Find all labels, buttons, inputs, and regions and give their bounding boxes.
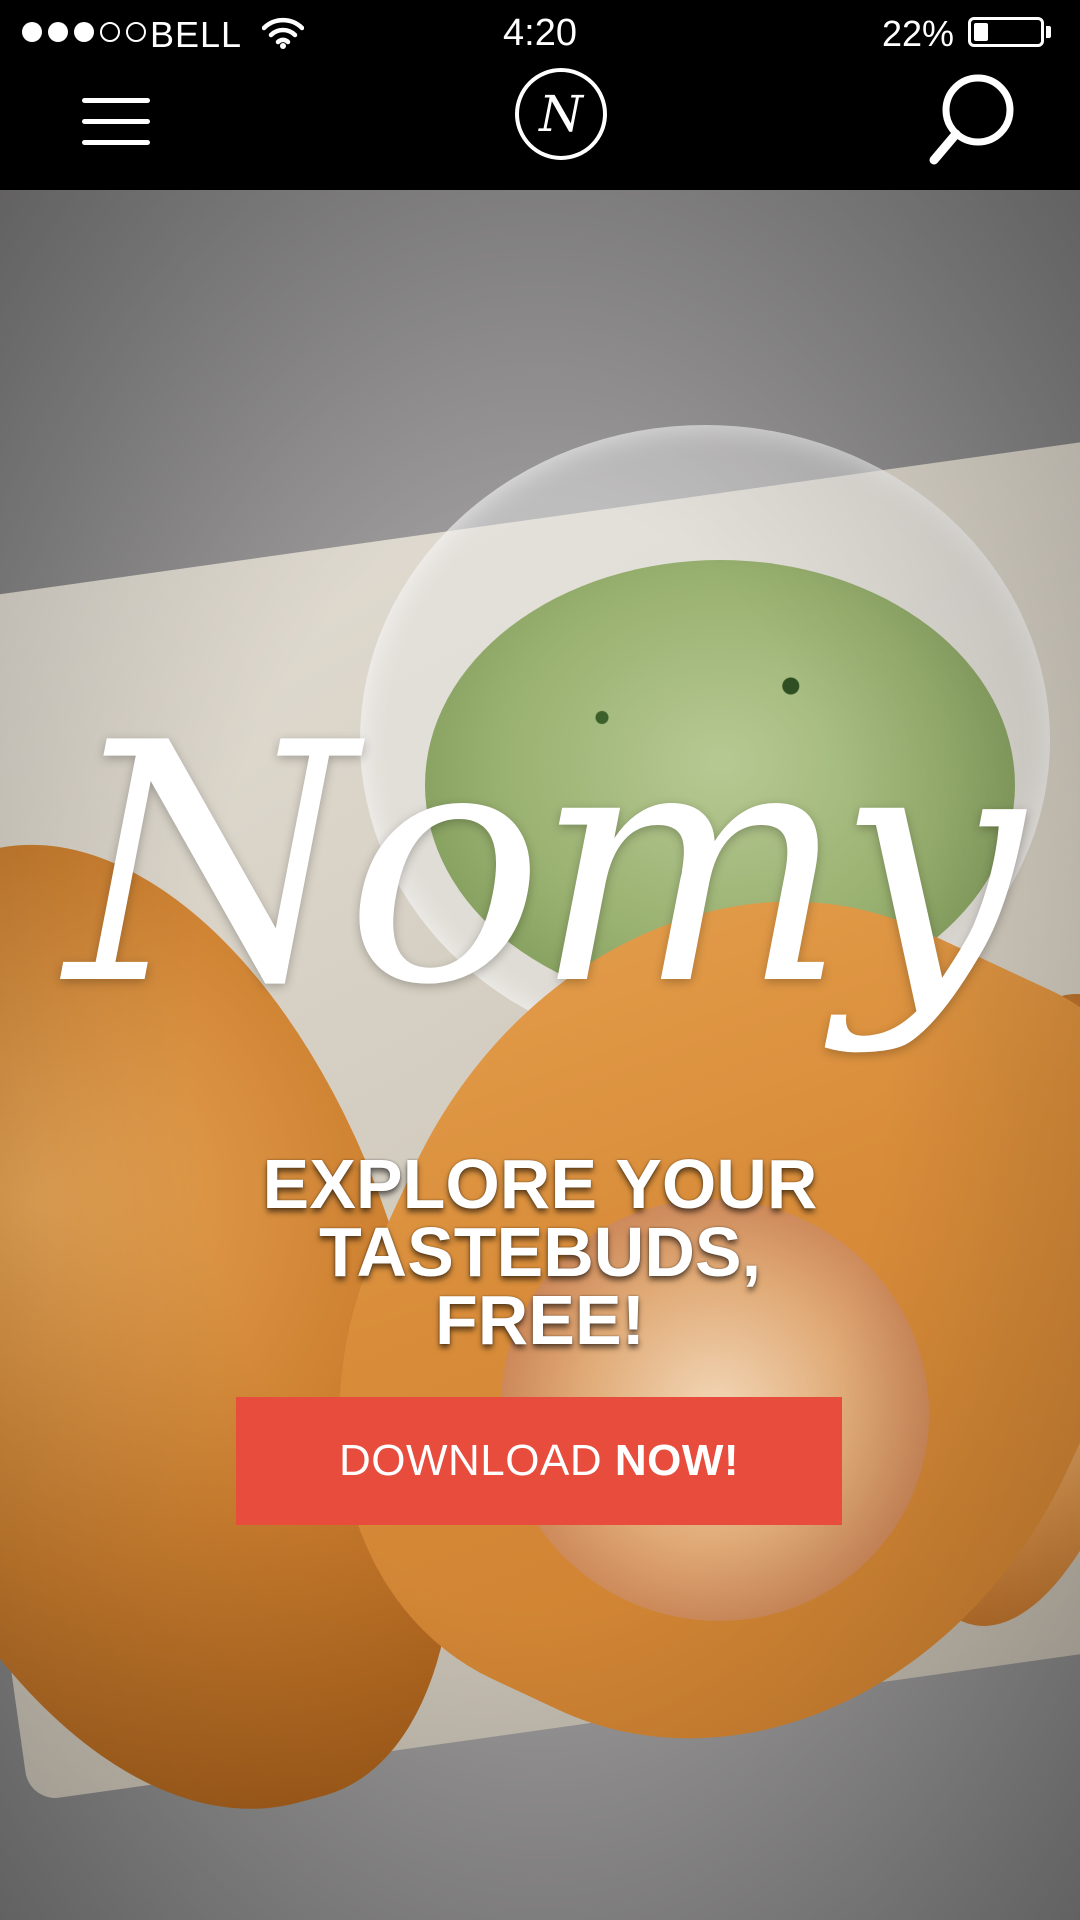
- logo-badge[interactable]: N: [515, 68, 607, 160]
- tagline-line: EXPLORE YOUR: [262, 1145, 818, 1223]
- tagline: EXPLORE YOUR TASTEBUDS, FREE!: [140, 1145, 940, 1359]
- download-now-button[interactable]: DOWNLOAD NOW!: [236, 1397, 842, 1525]
- status-bar: BELL 4:20 22%: [0, 0, 1080, 66]
- tagline-line: TASTEBUDS,: [318, 1213, 762, 1291]
- search-icon[interactable]: [926, 72, 1016, 168]
- hamburger-menu-icon[interactable]: [82, 98, 150, 146]
- brand-wordmark: Nomy: [66, 673, 1024, 1057]
- hero-image: Nomy EXPLORE YOUR TASTEBUDS, FREE! DOWNL…: [0, 190, 1080, 1920]
- battery-icon: [968, 17, 1044, 47]
- battery-percentage: 22%: [882, 13, 955, 54]
- cta-label-regular: DOWNLOAD: [338, 1436, 615, 1485]
- battery-level-fill: [974, 23, 988, 41]
- app-header: N: [0, 66, 1080, 190]
- tagline-line: FREE!: [435, 1281, 645, 1359]
- cta-label-bold: NOW!: [614, 1436, 740, 1485]
- battery-tip: [1046, 26, 1051, 38]
